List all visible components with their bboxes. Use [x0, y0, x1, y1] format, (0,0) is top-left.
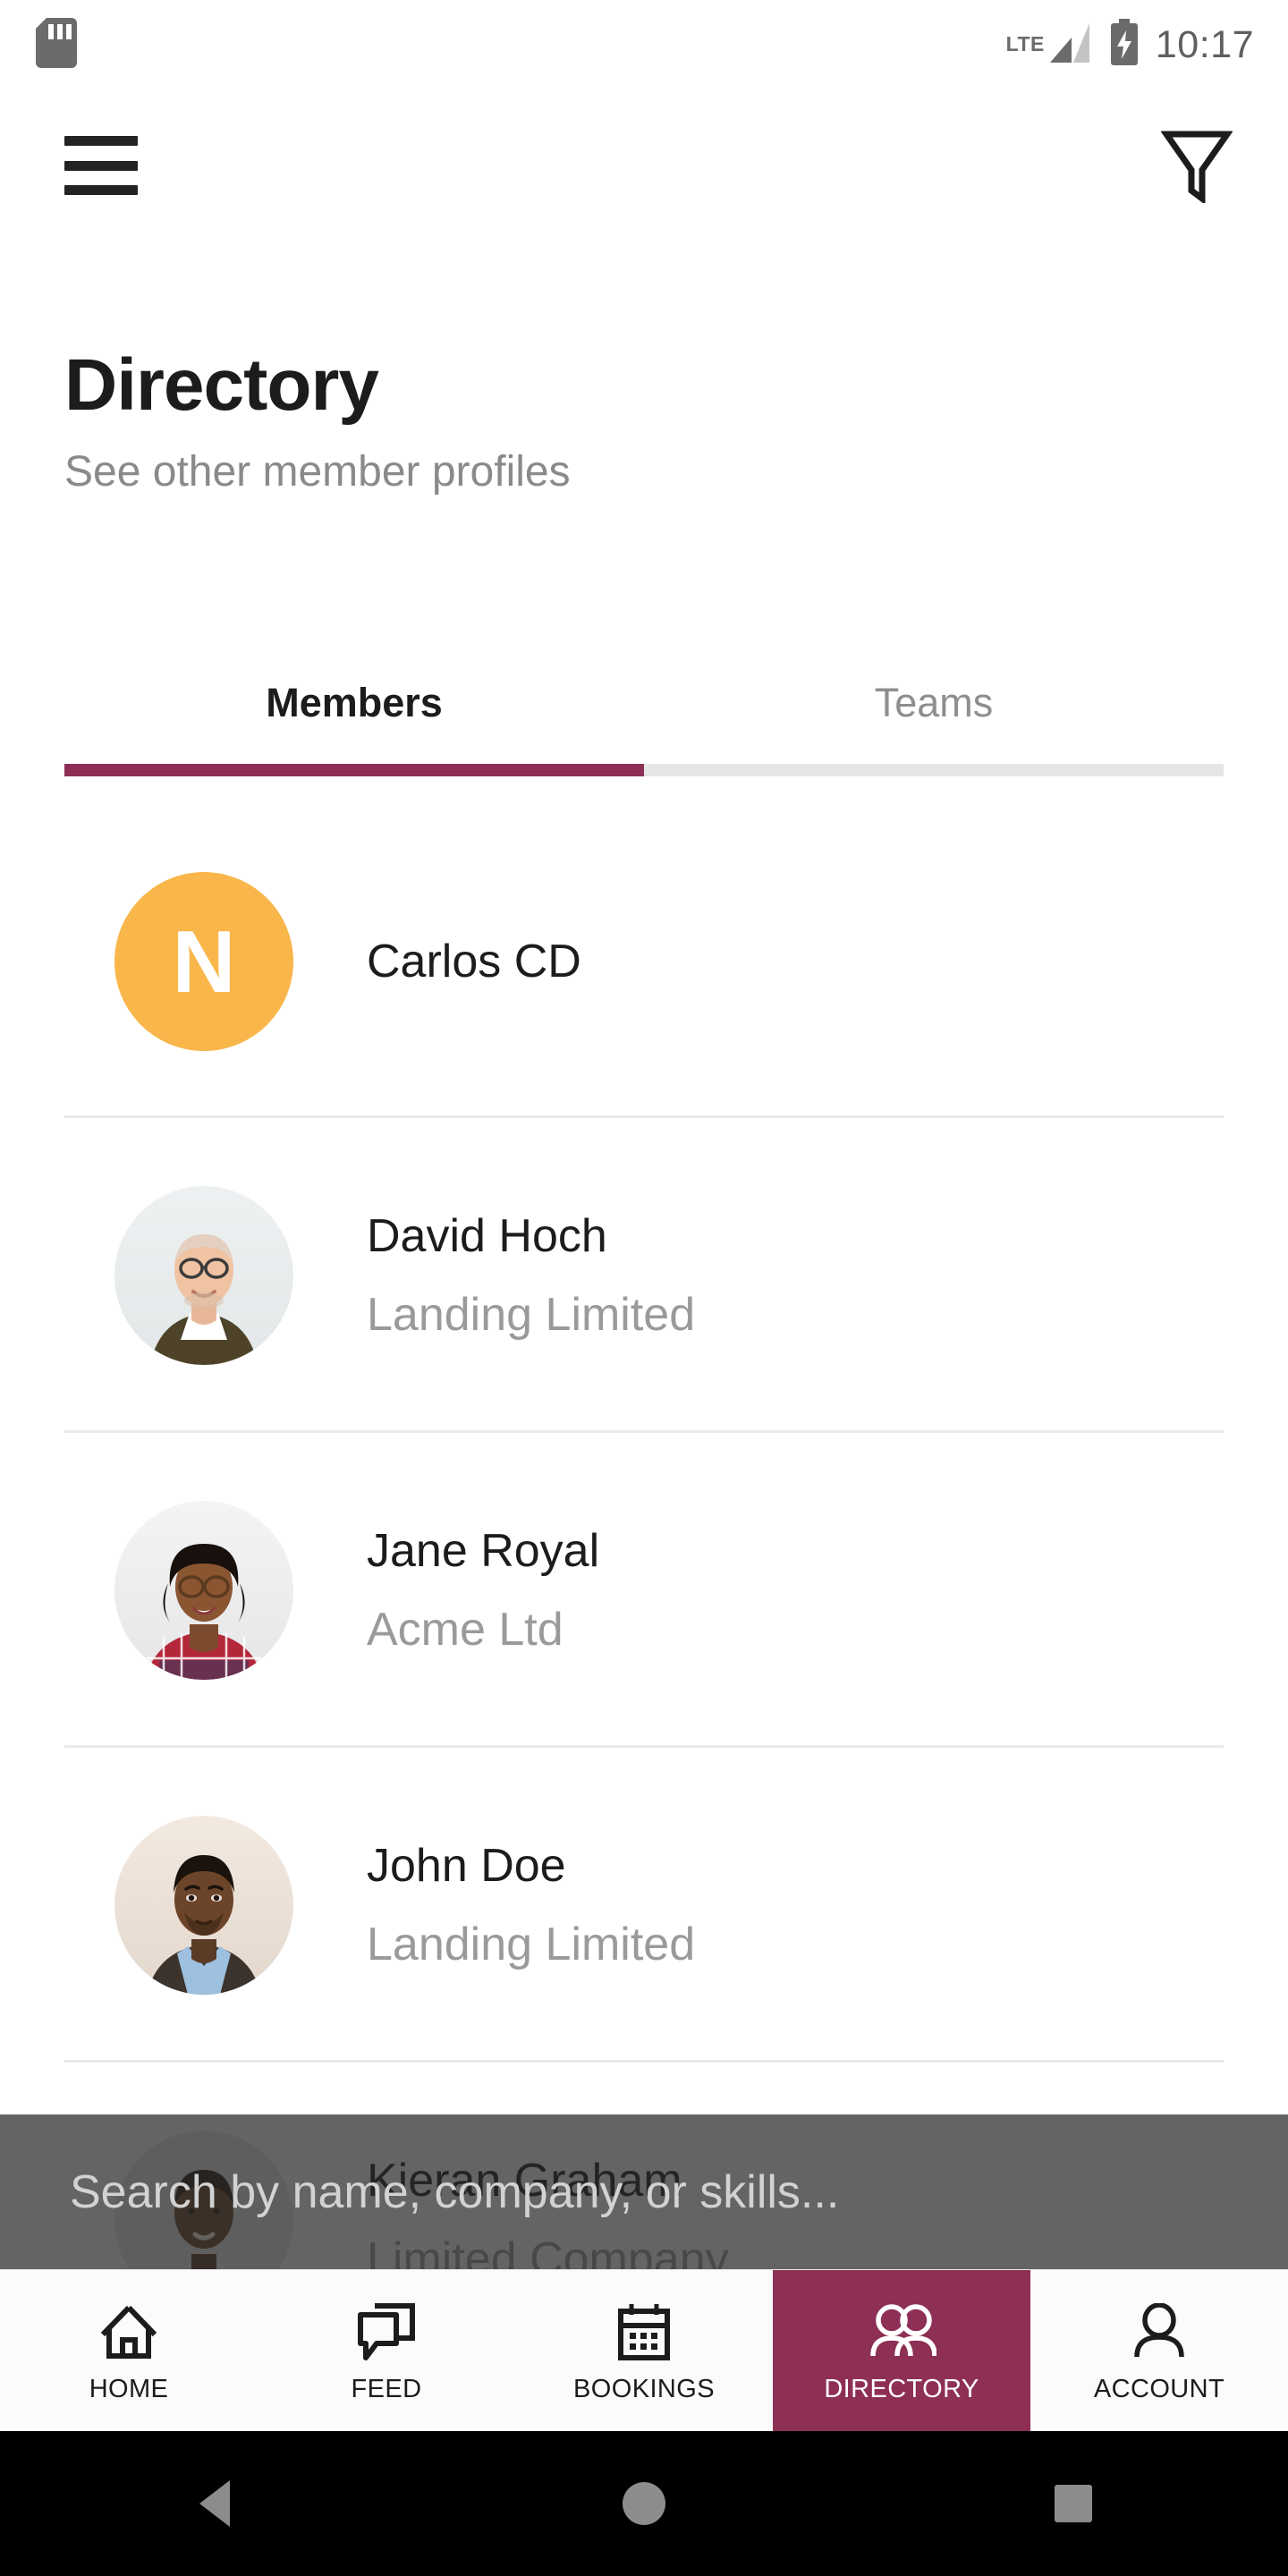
list-item[interactable]: David Hoch Landing Limited — [0, 1118, 1288, 1433]
home-circle-icon[interactable] — [572, 2431, 716, 2576]
calendar-icon — [616, 2300, 672, 2364]
avatar: N — [114, 872, 293, 1051]
status-bar-right: LTE 10:17 — [1006, 18, 1254, 72]
tab-members[interactable]: Members — [64, 680, 644, 764]
page-title: Directory — [64, 344, 379, 426]
status-bar-left — [36, 17, 77, 72]
member-name: John Doe — [367, 1839, 566, 1892]
recent-square-icon[interactable] — [1002, 2431, 1145, 2576]
search-bar-overlay[interactable]: Search by name, company, or skills... — [0, 2114, 1288, 2269]
hamburger-line-3 — [64, 185, 138, 195]
home-glyph — [623, 2482, 665, 2525]
bottom-navigation: HOME FEED BOOKINGS DIRECTORY ACCOUNT — [0, 2269, 1288, 2431]
back-triangle-icon[interactable] — [143, 2431, 286, 2576]
nav-label-bookings: BOOKINGS — [573, 2374, 715, 2403]
avatar-photo-david — [114, 1186, 293, 1365]
signal-indicator: LTE — [1006, 20, 1093, 71]
people-icon — [867, 2300, 936, 2364]
nav-label-account: ACCOUNT — [1093, 2374, 1225, 2403]
search-input[interactable]: Search by name, company, or skills... — [70, 2169, 839, 2216]
nav-item-home[interactable]: HOME — [0, 2270, 258, 2431]
nav-label-feed: FEED — [351, 2374, 422, 2403]
network-type-label: LTE — [1005, 31, 1045, 55]
nav-item-directory[interactable]: DIRECTORY — [773, 2270, 1030, 2431]
page-subtitle: See other member profiles — [64, 448, 571, 496]
tab-teams[interactable]: Teams — [644, 680, 1224, 764]
member-company: Acme Ltd — [367, 1604, 564, 1656]
member-name: Jane Royal — [367, 1524, 600, 1577]
hamburger-menu-icon[interactable] — [64, 136, 138, 195]
hamburger-line-1 — [64, 136, 138, 146]
nav-item-account[interactable]: ACCOUNT — [1030, 2270, 1288, 2431]
battery-charging-icon — [1109, 18, 1140, 72]
directory-tabs: Members Teams — [64, 680, 1224, 776]
hamburger-line-2 — [64, 160, 138, 171]
avatar-photo-jane — [114, 1501, 293, 1680]
page-heading: Directory See other member profiles — [64, 349, 571, 494]
chat-bubbles-icon — [357, 2300, 416, 2364]
app-bar — [0, 89, 1288, 242]
member-company: Landing Limited — [367, 1289, 696, 1341]
member-name: David Hoch — [367, 1209, 607, 1262]
tab-indicator-track — [64, 764, 1224, 776]
back-glyph — [199, 2480, 230, 2527]
list-item[interactable]: John Doe Landing Limited — [0, 1748, 1288, 2063]
app-root: LTE 10:17 Directory See other member pro… — [0, 0, 1288, 2576]
avatar-photo-john — [114, 1816, 293, 1995]
signal-bars-icon — [1046, 20, 1093, 71]
person-icon — [1131, 2300, 1187, 2364]
tab-active-indicator — [64, 764, 644, 776]
tab-row: Members Teams — [64, 680, 1224, 764]
status-bar: LTE 10:17 — [0, 0, 1288, 89]
avatar-initial: N — [172, 912, 236, 1011]
avatar — [114, 1816, 293, 1995]
list-item-text: David Hoch Landing Limited — [367, 1210, 695, 1341]
sd-card-icon — [36, 17, 77, 72]
member-name: Carlos CD — [367, 935, 581, 987]
nav-item-bookings[interactable]: BOOKINGS — [515, 2270, 773, 2431]
recent-glyph — [1055, 2485, 1092, 2522]
android-system-nav — [0, 2431, 1288, 2576]
list-item[interactable]: Jane Royal Acme Ltd — [0, 1433, 1288, 1748]
home-icon — [99, 2300, 158, 2364]
filter-funnel-icon[interactable] — [1159, 128, 1234, 203]
list-item[interactable]: N Carlos CD — [0, 805, 1288, 1118]
nav-label-home: HOME — [89, 2374, 169, 2403]
tab-inactive-track — [644, 764, 1224, 776]
avatar — [114, 1186, 293, 1365]
list-item-text: John Doe Landing Limited — [367, 1840, 695, 1970]
nav-label-directory: DIRECTORY — [824, 2374, 979, 2403]
list-item-text: Carlos CD — [367, 936, 581, 987]
list-item-text: Jane Royal Acme Ltd — [367, 1525, 599, 1656]
member-company: Landing Limited — [367, 1919, 696, 1970]
nav-item-feed[interactable]: FEED — [258, 2270, 515, 2431]
status-bar-clock: 10:17 — [1155, 22, 1254, 66]
avatar — [114, 1501, 293, 1680]
